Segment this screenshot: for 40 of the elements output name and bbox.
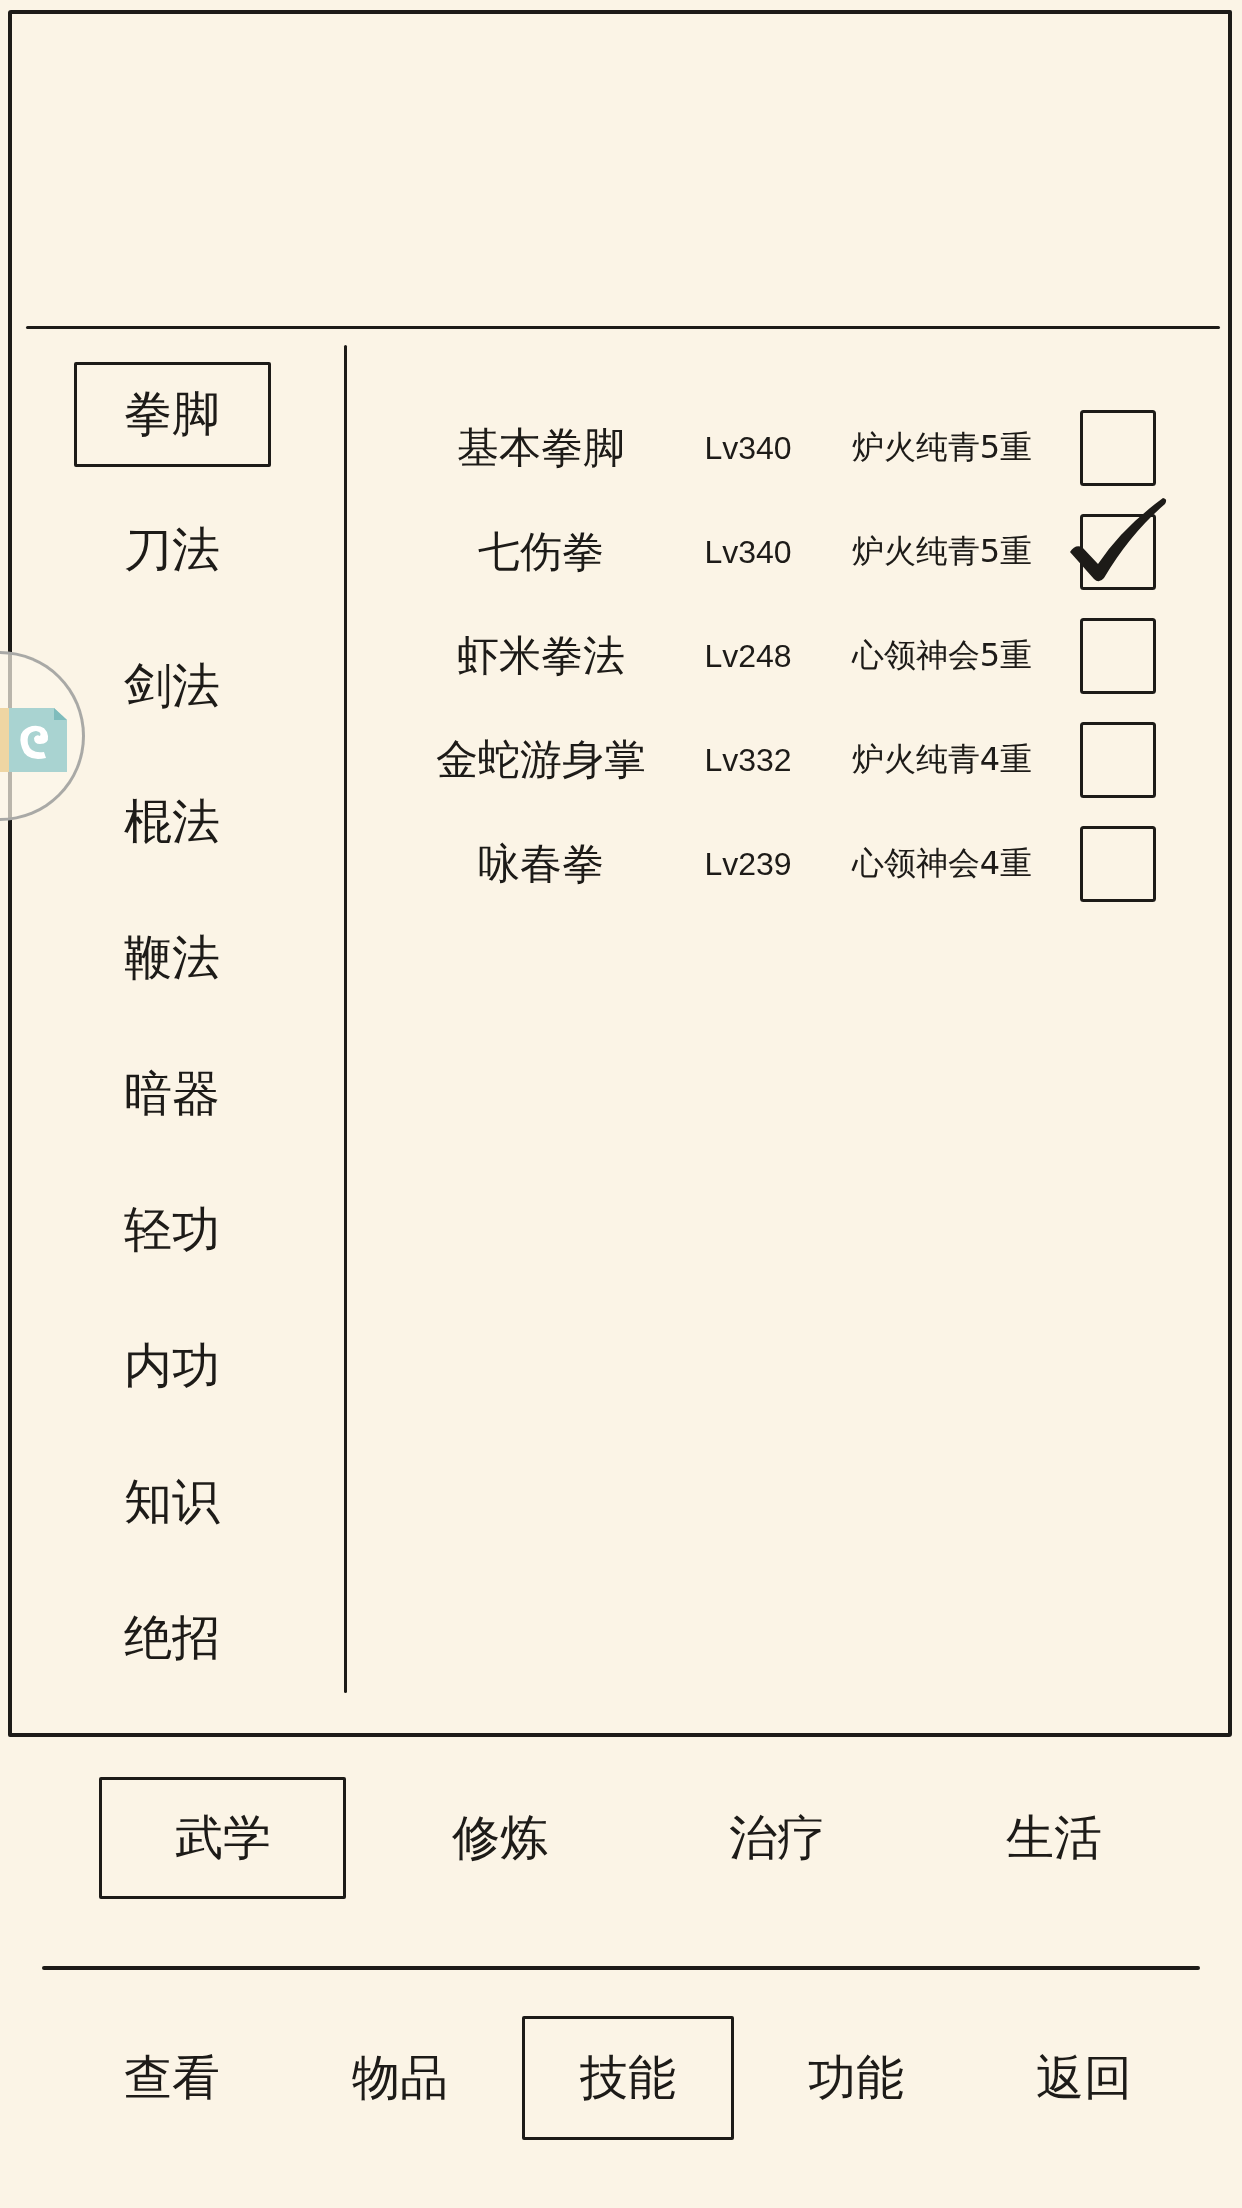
skill-name: 金蛇游身掌 bbox=[436, 734, 646, 786]
nav-tab[interactable]: 查看 bbox=[124, 2050, 220, 2106]
category-tab[interactable]: 拳脚 bbox=[73, 361, 271, 467]
skill-realm: 心领神会5重 bbox=[851, 635, 1033, 676]
category-tab[interactable]: 暗器 bbox=[124, 1066, 220, 1122]
category-tab[interactable]: 刀法 bbox=[124, 522, 220, 578]
skill-name: 七伤拳 bbox=[478, 526, 604, 578]
skill-realm: 炉火纯青5重 bbox=[851, 531, 1033, 572]
section-tab[interactable]: 生活 bbox=[1005, 1810, 1102, 1866]
category-tab[interactable]: 绝招 bbox=[124, 1610, 220, 1666]
skill-name: 基本拳脚 bbox=[457, 422, 625, 474]
app-icon bbox=[0, 708, 67, 772]
skill-realm: 炉火纯青4重 bbox=[851, 739, 1033, 780]
skill-name: 虾米拳法 bbox=[457, 630, 625, 682]
section-tab[interactable]: 武学 bbox=[99, 1777, 346, 1899]
nav-tab[interactable]: 返回 bbox=[1036, 2050, 1132, 2106]
category-tab[interactable]: 剑法 bbox=[124, 658, 220, 714]
nav-tab[interactable]: 功能 bbox=[808, 2050, 904, 2106]
skill-level: Lv239 bbox=[704, 845, 792, 883]
skill-level: Lv248 bbox=[704, 637, 792, 675]
category-tab[interactable]: 棍法 bbox=[124, 794, 220, 850]
skill-level: Lv340 bbox=[704, 533, 792, 571]
category-tab[interactable]: 鞭法 bbox=[124, 930, 220, 986]
section-tab[interactable]: 修炼 bbox=[451, 1810, 548, 1866]
section-tab[interactable]: 治疗 bbox=[728, 1810, 825, 1866]
skill-realm: 心领神会4重 bbox=[851, 843, 1033, 884]
checkbox[interactable] bbox=[1080, 722, 1156, 798]
checkbox[interactable] bbox=[1080, 618, 1156, 694]
category-tab[interactable]: 内功 bbox=[124, 1338, 220, 1394]
checkbox[interactable] bbox=[1080, 826, 1156, 902]
skill-name: 咏春拳 bbox=[478, 838, 604, 890]
category-tab[interactable]: 知识 bbox=[124, 1474, 220, 1530]
skill-level: Lv340 bbox=[704, 429, 792, 467]
nav-tab[interactable]: 物品 bbox=[352, 2050, 448, 2106]
skill-level: Lv332 bbox=[704, 741, 792, 779]
nav-tab[interactable]: 技能 bbox=[522, 2016, 734, 2140]
category-tab[interactable]: 轻功 bbox=[124, 1202, 220, 1258]
skill-realm: 炉火纯青5重 bbox=[851, 427, 1033, 468]
checkbox[interactable] bbox=[1080, 410, 1156, 486]
checkbox[interactable] bbox=[1070, 498, 1168, 590]
